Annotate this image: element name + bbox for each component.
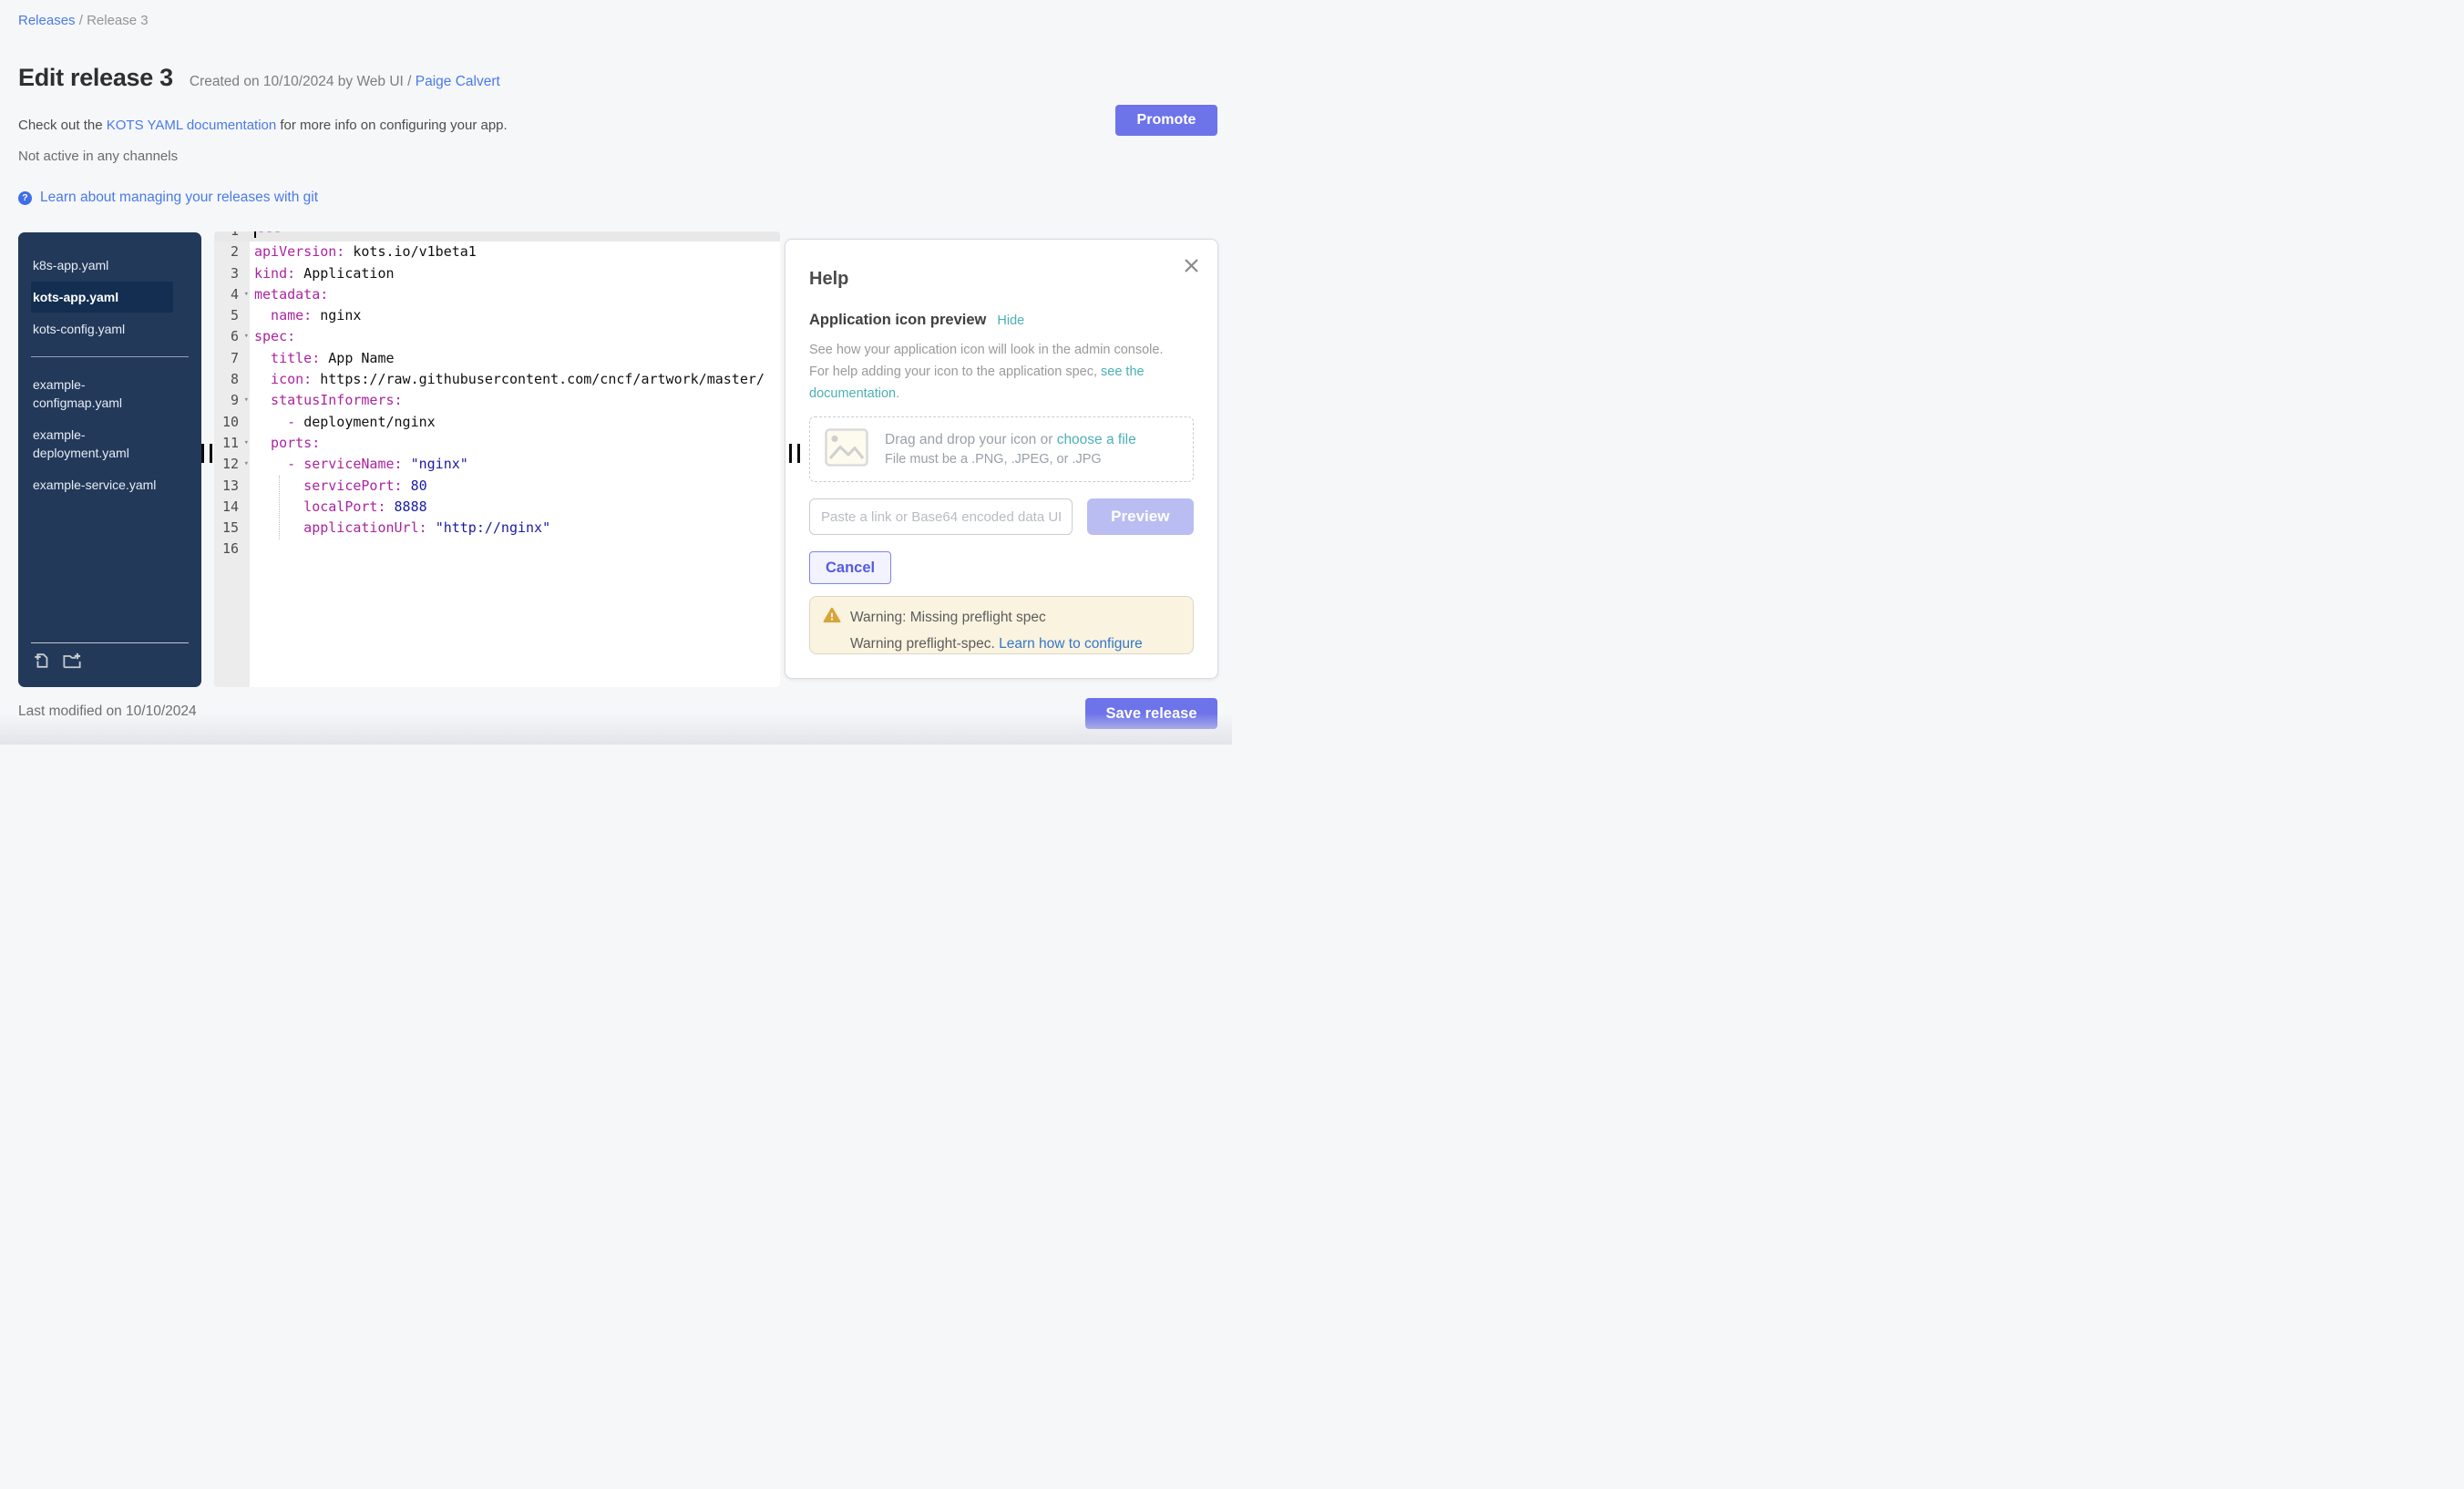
- line-number: 15: [214, 518, 250, 539]
- line-number: 7: [214, 348, 250, 369]
- created-meta: Created on 10/10/2024 by Web UI / Paige …: [190, 74, 500, 90]
- file-list-top: k8s-app.yamlkots-app.yamlkots-config.yam…: [18, 249, 201, 345]
- yaml-editor[interactable]: 1---2apiVersion: kots.io/v1beta13kind: A…: [214, 231, 780, 687]
- help-title: Help: [809, 269, 1194, 290]
- editor-line[interactable]: 10 - deployment/nginx: [214, 412, 780, 433]
- editor-line[interactable]: 16: [214, 539, 780, 560]
- question-icon: ?: [18, 191, 32, 205]
- preflight-warning: Warning: Missing preflight spec Warning …: [809, 596, 1194, 654]
- dropzone-filetypes: File must be a .PNG, .JPEG, or .JPG: [885, 452, 1136, 467]
- line-number: 8: [214, 369, 250, 390]
- sidebar-item-example-service.yaml[interactable]: example-service.yaml: [31, 469, 173, 500]
- line-number: 2: [214, 241, 250, 262]
- icon-preview-title: Application icon preview: [809, 312, 986, 329]
- line-number: 3: [214, 263, 250, 284]
- file-list-bottom: example-configmap.yamlexample-deployment…: [18, 368, 201, 501]
- line-number: 16: [214, 539, 250, 560]
- editor-line[interactable]: 1---: [214, 231, 780, 241]
- icon-url-input[interactable]: [809, 498, 1073, 535]
- editor-line[interactable]: 6▾spec:: [214, 326, 780, 347]
- editor-line[interactable]: 12▾ - serviceName: "nginx": [214, 454, 780, 475]
- line-number: 4▾: [214, 284, 250, 305]
- new-file-icon[interactable]: [33, 652, 51, 674]
- choose-file-link[interactable]: choose a file: [1057, 432, 1136, 447]
- fold-arrow-icon[interactable]: ▾: [244, 390, 249, 411]
- docs-line: Check out the KOTS YAML documentation fo…: [18, 118, 508, 133]
- line-number: 11▾: [214, 433, 250, 454]
- fold-arrow-icon[interactable]: ▾: [244, 284, 249, 305]
- cancel-button[interactable]: Cancel: [809, 551, 891, 584]
- last-modified: Last modified on 10/10/2024: [18, 703, 197, 720]
- editor-line[interactable]: 8 icon: https://raw.githubusercontent.co…: [214, 369, 780, 390]
- hide-link[interactable]: Hide: [997, 313, 1024, 328]
- sidebar-editor-resize-handle[interactable]: [201, 444, 212, 463]
- channel-status: Not active in any channels: [18, 149, 178, 164]
- dropzone-text: Drag and drop your icon or choose a file: [885, 432, 1136, 448]
- line-number: 12▾: [214, 454, 250, 475]
- icon-dropzone[interactable]: Drag and drop your icon or choose a file…: [809, 416, 1194, 482]
- editor-line[interactable]: 2apiVersion: kots.io/v1beta1: [214, 241, 780, 262]
- author-link[interactable]: Paige Calvert: [416, 74, 500, 89]
- line-number: 10: [214, 412, 250, 433]
- breadcrumb-separator: /: [76, 13, 87, 28]
- close-icon[interactable]: [1184, 258, 1199, 273]
- editor-line[interactable]: 7 title: App Name: [214, 348, 780, 369]
- editor-line[interactable]: 14 localPort: 8888: [214, 497, 780, 518]
- fold-arrow-icon[interactable]: ▾: [244, 326, 249, 347]
- learn-configure-link[interactable]: Learn how to configure: [999, 636, 1143, 652]
- breadcrumb-current: Release 3: [87, 13, 149, 28]
- line-number: 14: [214, 497, 250, 518]
- kots-yaml-docs-link[interactable]: KOTS YAML documentation: [107, 118, 276, 133]
- editor-line[interactable]: 9▾ statusInformers:: [214, 390, 780, 411]
- indent-guide: [279, 476, 280, 539]
- sidebar-item-example-configmap.yaml[interactable]: example-configmap.yaml: [31, 369, 173, 418]
- sidebar-footer-divider: [31, 642, 189, 643]
- git-releases-link[interactable]: Learn about managing your releases with …: [40, 190, 318, 206]
- warning-text: Warning: Missing preflight spec: [850, 610, 1046, 626]
- breadcrumb-releases-link[interactable]: Releases: [18, 13, 76, 28]
- new-folder-icon[interactable]: [62, 652, 82, 674]
- help-panel: Help Application icon preview Hide See h…: [785, 239, 1218, 679]
- line-number: 9▾: [214, 390, 250, 411]
- line-number: 1: [214, 231, 250, 241]
- sidebar-footer: [18, 635, 201, 678]
- editor-line[interactable]: 11▾ ports:: [214, 433, 780, 454]
- page-title: Edit release 3: [18, 64, 173, 92]
- promote-button[interactable]: Promote: [1115, 105, 1217, 136]
- preview-button[interactable]: Preview: [1087, 498, 1194, 535]
- image-placeholder-icon: [825, 428, 868, 471]
- editor-help-resize-handle[interactable]: [789, 444, 800, 463]
- text-cursor: [254, 231, 256, 238]
- file-list-divider: [31, 356, 189, 357]
- warning-icon: [823, 607, 841, 628]
- warning-detail: Warning preflight-spec. Learn how to con…: [850, 636, 1180, 652]
- sidebar-item-kots-app.yaml[interactable]: kots-app.yaml: [31, 282, 173, 313]
- line-number: 5: [214, 305, 250, 326]
- editor-line[interactable]: 4▾metadata:: [214, 284, 780, 305]
- editor-line[interactable]: 13 servicePort: 80: [214, 476, 780, 497]
- editor-line[interactable]: 15 applicationUrl: "http://nginx": [214, 518, 780, 539]
- fold-arrow-icon[interactable]: ▾: [244, 454, 249, 475]
- file-tree-sidebar: k8s-app.yamlkots-app.yamlkots-config.yam…: [18, 232, 201, 687]
- line-number: 6▾: [214, 326, 250, 347]
- icon-preview-description: See how your application icon will look …: [809, 339, 1176, 405]
- editor-line[interactable]: 5 name: nginx: [214, 305, 780, 326]
- editor-line[interactable]: 3kind: Application: [214, 263, 780, 284]
- sidebar-item-kots-config.yaml[interactable]: kots-config.yaml: [31, 313, 173, 344]
- sidebar-item-k8s-app.yaml[interactable]: k8s-app.yaml: [31, 250, 173, 281]
- breadcrumb: Releases / Release 3: [18, 13, 149, 28]
- fold-arrow-icon[interactable]: ▾: [244, 433, 249, 454]
- line-number: 13: [214, 476, 250, 497]
- sidebar-item-example-deployment.yaml[interactable]: example-deployment.yaml: [31, 419, 173, 468]
- save-release-button[interactable]: Save release: [1085, 698, 1217, 729]
